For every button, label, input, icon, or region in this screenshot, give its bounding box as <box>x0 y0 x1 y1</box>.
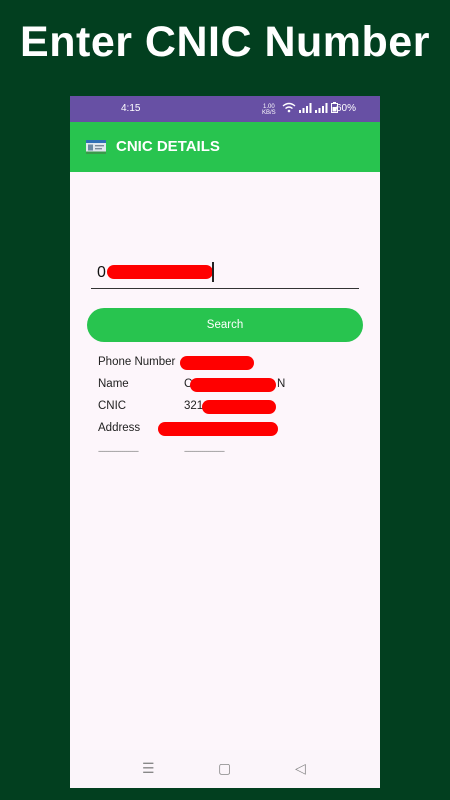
detail-value-cnic: 321 <box>184 400 204 412</box>
placeholder-divider-left: -------------------- <box>98 446 139 456</box>
signal-icon <box>299 102 312 113</box>
cnic-card-icon <box>86 140 106 154</box>
battery-level: 60% <box>336 103 357 114</box>
menu-icon[interactable]: ☰ <box>142 760 155 777</box>
placeholder-divider-right: -------------------- <box>184 446 225 456</box>
phone-screen: 4:15 1.00 KB/S 60% CNIC DETAILS 0 Search… <box>70 96 380 788</box>
redaction-mark <box>158 422 278 436</box>
cnic-input-value: 0 <box>97 264 106 281</box>
status-bar: 4:15 1.00 KB/S 60% <box>70 96 380 122</box>
home-icon[interactable]: ▢ <box>218 760 231 777</box>
cnic-input[interactable]: 0 <box>91 258 359 289</box>
status-time: 4:15 <box>121 103 141 114</box>
search-button[interactable]: Search <box>87 308 363 342</box>
redaction-mark <box>202 400 276 414</box>
app-bar: CNIC DETAILS <box>70 122 380 172</box>
app-title: CNIC DETAILS <box>116 138 220 155</box>
signal-icon-2 <box>315 102 328 113</box>
wifi-icon <box>282 102 296 113</box>
detail-label-name: Name <box>98 378 129 390</box>
redaction-mark <box>190 378 276 392</box>
detail-label-cnic: CNIC <box>98 400 127 412</box>
detail-label-phone: Phone Number <box>98 356 176 368</box>
banner-title: Enter CNIC Number <box>20 18 430 66</box>
status-icons <box>282 102 338 113</box>
detail-label-address: Address <box>98 422 141 434</box>
text-caret <box>212 262 214 282</box>
navigation-bar: ☰ ▢ ◁ <box>70 750 380 788</box>
redaction-mark <box>107 265 213 279</box>
network-speed: 1.00 KB/S <box>262 104 276 116</box>
detail-value-name-suffix: N <box>277 378 286 390</box>
back-icon[interactable]: ◁ <box>295 760 306 777</box>
network-speed-unit: KB/S <box>262 110 276 116</box>
redaction-mark <box>180 356 254 370</box>
